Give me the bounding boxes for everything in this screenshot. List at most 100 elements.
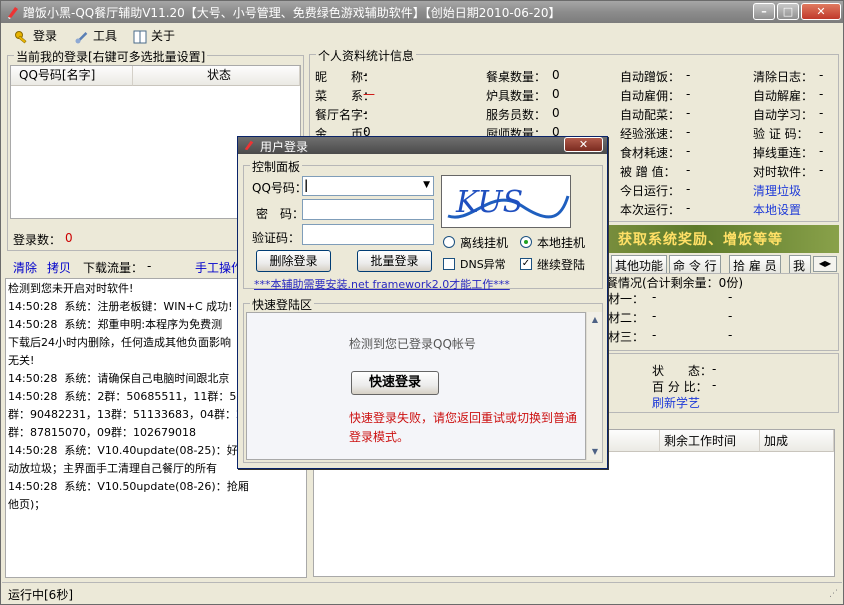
scroll-down-icon[interactable]: ▼ xyxy=(587,444,603,460)
app-icon xyxy=(8,7,18,19)
log-line: 无关! xyxy=(8,354,35,367)
profile-group-title: 个人资料统计信息 xyxy=(316,47,417,64)
profile-field-label: 对时软件： xyxy=(753,165,814,179)
profile-field-label: 被 蹭 值： xyxy=(620,165,676,179)
profile-field-label: 自动蹭饭： xyxy=(620,70,681,84)
refresh-study-link[interactable]: 刷新学艺 xyxy=(652,394,700,411)
profile-field-value: - xyxy=(686,182,691,196)
work-col-remaining[interactable]: 剩余工作时间 xyxy=(660,430,760,452)
login-dialog: 用户登录 ✕ 控制面板 QQ号码： | ▼ 密 码： 验证码： KUS 离线挂机… xyxy=(237,136,608,469)
captcha-field[interactable] xyxy=(302,224,434,245)
clear-link[interactable]: 清除 xyxy=(13,259,37,276)
clean-trash-link[interactable]: 清理垃圾 xyxy=(753,182,801,199)
tab-command-line[interactable]: 命 令 行 xyxy=(669,255,721,273)
local-radio[interactable] xyxy=(520,236,532,248)
chevron-down-icon[interactable]: ▼ xyxy=(423,180,430,190)
log-line: 14:50:28 系统：2群：50685511，11群：510 xyxy=(8,390,251,403)
control-panel-group: 控制面板 QQ号码： | ▼ 密 码： 验证码： KUS 离线挂机 本地挂机 删… xyxy=(243,158,603,292)
wrench-icon xyxy=(75,31,88,43)
status-text: 运行中[6秒] xyxy=(8,588,73,602)
col-qq-header[interactable]: QQ号码[名字] xyxy=(11,66,133,86)
control-panel-title: 控制面板 xyxy=(250,158,303,175)
profile-field-value: - xyxy=(686,106,691,120)
delete-login-button[interactable]: 删除登录 xyxy=(256,250,331,272)
profile-field-value: — xyxy=(363,87,375,101)
text-caret: | xyxy=(304,178,309,192)
food-row-value: - xyxy=(652,290,657,304)
close-button[interactable]: ✕ xyxy=(801,3,841,20)
profile-field-value: - xyxy=(686,201,691,215)
menu-tools[interactable]: 工具 xyxy=(74,27,117,45)
svg-text:KUS: KUS xyxy=(455,185,523,220)
qq-combobox[interactable]: | ▼ xyxy=(302,176,434,196)
login-count-label: 登录数： xyxy=(13,233,62,247)
food-row-value: - xyxy=(728,328,733,342)
menu-about[interactable]: 关于 xyxy=(132,27,175,45)
captcha-image[interactable]: KUS xyxy=(441,175,571,228)
profile-field-label: 今日运行： xyxy=(620,184,681,198)
dialog-title: 用户登录 xyxy=(260,140,309,154)
work-col-boost[interactable]: 加成 xyxy=(760,430,834,452)
status-bar: 运行中[6秒] ⋰ xyxy=(2,582,842,604)
dns-label: DNS异常 xyxy=(460,258,506,271)
title-bar[interactable]: 蹭饭小黑-QQ餐厅辅助V11.20【大号、小号管理、免费绿色游戏辅助软件】【创始… xyxy=(1,1,843,23)
framework-link[interactable]: ***本辅助需要安装.net framework2.0才能工作*** xyxy=(254,276,510,292)
tab-employ[interactable]: 拾 雇 员 xyxy=(729,255,781,273)
password-label: 密 码： xyxy=(256,207,305,221)
tab-my[interactable]: 我 xyxy=(789,255,811,273)
quick-login-button[interactable]: 快速登录 xyxy=(351,371,439,395)
maximize-button[interactable]: □ xyxy=(777,3,799,20)
dialog-close-button[interactable]: ✕ xyxy=(564,137,603,152)
quick-login-group: 快速登陆区 检测到您已登录QQ帐号 快速登录 快速登录失败，请您返回重试或切换到… xyxy=(243,296,603,463)
profile-field-label: 炉具数量： xyxy=(486,89,547,103)
copy-link[interactable]: 拷贝 xyxy=(47,259,71,276)
scroll-up-icon[interactable]: ▲ xyxy=(587,312,603,328)
log-line: 14:50:28 系统：V10.50update(08-26)：抢厢 xyxy=(8,480,249,493)
food-row-value: - xyxy=(728,309,733,323)
col-status-header[interactable]: 状态 xyxy=(133,66,300,86)
profile-field-label: 经验涨速： xyxy=(620,127,681,141)
profile-field-value: - xyxy=(686,125,691,139)
download-label: 下载流量： xyxy=(83,261,144,275)
book-icon xyxy=(133,30,147,43)
profile-field-label: 自动配菜： xyxy=(620,108,681,122)
log-line: 群：87815070，09群：102679018 xyxy=(8,426,196,439)
resize-grip-icon[interactable]: ⋰ xyxy=(829,589,838,599)
profile-field-label: 本次运行： xyxy=(620,203,681,217)
food-title: 餐情况(合计剩余量：0份) xyxy=(606,276,743,290)
login-count-value: 0 xyxy=(65,231,73,245)
password-field[interactable] xyxy=(302,199,434,220)
fail-message-1: 快速登录失败，请您返回重试或切换到普通 xyxy=(349,411,578,425)
offline-label: 离线挂机 xyxy=(460,236,509,250)
continue-label: 继续登陆 xyxy=(537,258,586,272)
log-line: 群：90482231，13群：51133683，04群：2787 xyxy=(8,408,264,421)
local-label: 本地挂机 xyxy=(537,236,586,250)
captcha-label: 验证码： xyxy=(252,231,301,245)
food-row-value: - xyxy=(728,290,733,304)
profile-field-label: 清除日志： xyxy=(753,70,814,84)
manual-link[interactable]: 手工操作 xyxy=(195,259,243,276)
qq-label: QQ号码： xyxy=(252,181,307,195)
profile-field-value: 0 xyxy=(552,106,560,120)
study-percent-value: - xyxy=(712,378,717,392)
menu-login[interactable]: 登录 xyxy=(14,27,57,45)
detected-text: 检测到您已登录QQ帐号 xyxy=(349,337,476,351)
log-line: 14:50:28 系统：请确保自己电脑时间跟北京 xyxy=(8,372,230,385)
profile-field-label: 自动解雇： xyxy=(753,89,814,103)
log-line: 动放垃圾；主界面手工清理自己餐厅的所有 xyxy=(8,462,217,475)
tab-scroll-arrows[interactable]: ◀▶ xyxy=(813,256,837,272)
log-line: 检测到您未开启对时软件! xyxy=(8,282,134,295)
dns-checkbox[interactable] xyxy=(443,258,455,270)
minimize-button[interactable]: – xyxy=(753,3,775,20)
local-settings-link[interactable]: 本地设置 xyxy=(753,201,801,218)
profile-field-value: - xyxy=(819,163,824,177)
study-percent-label: 百 分 比： xyxy=(652,380,708,394)
continue-checkbox[interactable]: ✓ xyxy=(520,258,532,270)
batch-login-button[interactable]: 批量登录 xyxy=(357,250,432,272)
quick-scrollbar[interactable]: ▲ ▼ xyxy=(586,312,602,460)
offline-radio[interactable] xyxy=(443,236,455,248)
quick-login-panel: 检测到您已登录QQ帐号 快速登录 快速登录失败，请您返回重试或切换到普通 登录模… xyxy=(246,312,586,460)
profile-field-value: - xyxy=(686,163,691,177)
dialog-title-bar[interactable]: 用户登录 ✕ xyxy=(238,137,607,154)
tab-other-functions[interactable]: 其他功能 xyxy=(611,255,668,273)
